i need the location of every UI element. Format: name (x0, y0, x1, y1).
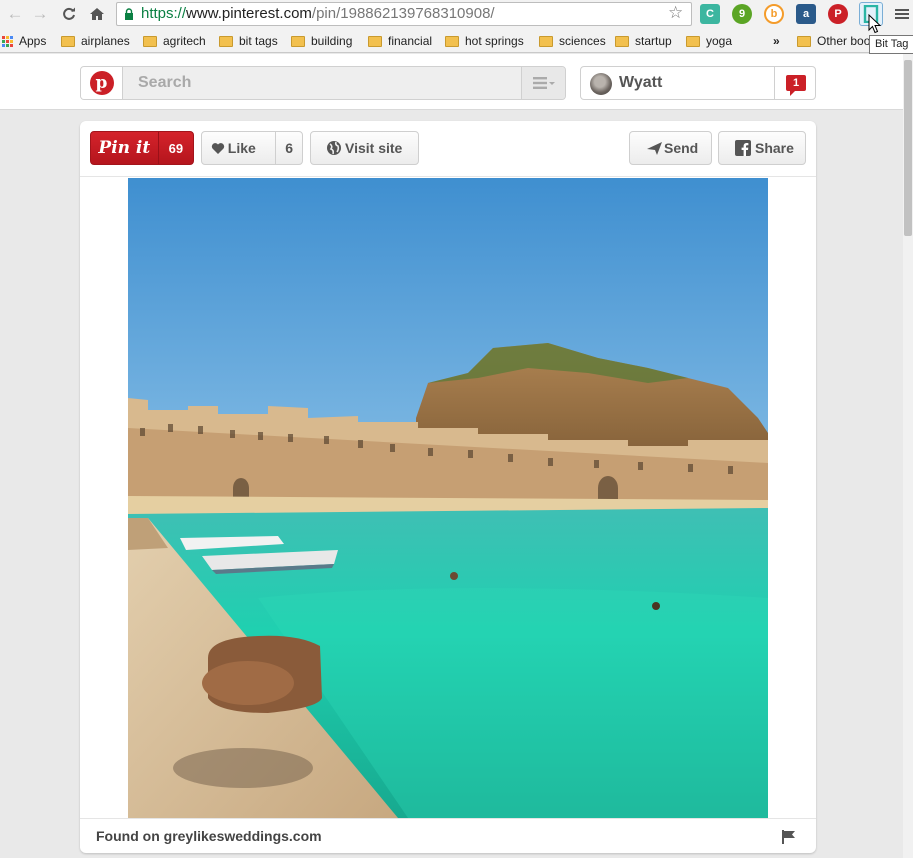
visit-site-label: Visit site (345, 140, 403, 156)
bookmark-star-icon[interactable]: ☆ (668, 3, 683, 23)
folder-icon (686, 35, 700, 47)
bookmark-folder[interactable]: airplanes (61, 33, 130, 49)
user-name[interactable]: Wyatt (619, 67, 662, 99)
page-scrollbar[interactable] (903, 54, 913, 858)
folder-icon (797, 35, 811, 47)
bookmark-folder[interactable]: hot springs (445, 33, 524, 49)
send-label: Send (664, 140, 699, 156)
extension-tooltip: Bit Tag (869, 35, 913, 54)
chrome-menu-button[interactable] (891, 3, 913, 25)
notifications-button[interactable]: 1 (774, 67, 815, 99)
evernote-icon[interactable]: 9 (732, 4, 752, 24)
menu-lines-icon (533, 77, 555, 89)
like-button[interactable]: Like 6 (201, 131, 303, 165)
reload-icon (63, 7, 75, 20)
search-menu-button[interactable] (521, 67, 565, 99)
globe-icon (323, 140, 345, 156)
coastal-town-photo (128, 178, 768, 818)
bookmark-apps[interactable]: Apps (2, 33, 46, 49)
c-extension-icon[interactable]: C (700, 4, 720, 24)
b-extension-icon[interactable]: b (764, 4, 784, 24)
pinterest-logo-icon: p (89, 71, 114, 95)
bookmark-folder[interactable]: agritech (143, 33, 206, 49)
folder-icon (219, 35, 233, 47)
bookmark-folder[interactable]: sciences (539, 33, 606, 49)
reload-button[interactable] (58, 3, 80, 25)
like-count: 6 (275, 132, 302, 164)
pin-it-button[interactable]: Pin it 69 (90, 131, 194, 165)
pinterest-home-link[interactable]: p (81, 67, 123, 99)
pin-footer: Found on greylikesweddings.com (80, 818, 816, 853)
like-label: Like (227, 140, 256, 156)
back-button[interactable]: ← (4, 3, 26, 25)
bookmark-folder[interactable]: yoga (686, 33, 732, 49)
bookmarks-overflow-button[interactable]: » (773, 33, 780, 49)
pinterest-extension-icon[interactable]: P (828, 4, 848, 24)
pin-count: 69 (157, 132, 193, 164)
browser-toolbar: ← → https://www.pinterest.com/pin/198862… (0, 0, 913, 29)
source-link[interactable]: Found on greylikesweddings.com (96, 819, 322, 853)
folder-icon (143, 35, 157, 47)
user-menu: Wyatt 1 (580, 66, 816, 100)
url-host: www.pinterest.com (186, 5, 312, 22)
share-button[interactable]: Share (718, 131, 806, 165)
heart-icon (202, 142, 228, 155)
home-icon (90, 8, 104, 20)
amazon-icon[interactable]: a (796, 4, 816, 24)
share-label: Share (755, 140, 794, 156)
send-arrow-icon (644, 141, 664, 155)
forward-button[interactable]: → (29, 3, 51, 25)
bookmark-folder[interactable]: financial (368, 33, 432, 49)
search-input[interactable] (124, 67, 520, 99)
address-bar[interactable]: https://www.pinterest.com/pin/1988621397… (116, 2, 692, 26)
notification-badge: 1 (786, 75, 806, 96)
folder-icon (291, 35, 305, 47)
home-button[interactable] (86, 3, 108, 25)
apps-grid-icon (2, 35, 13, 47)
visit-site-button[interactable]: Visit site (310, 131, 419, 165)
pin-card: Pin it 69 Like 6 Visit site Send Share F… (80, 121, 816, 853)
send-button[interactable]: Send (629, 131, 712, 165)
avatar[interactable] (590, 73, 612, 95)
url-path: /pin/198862139768310908/ (311, 5, 495, 22)
facebook-icon (731, 140, 755, 156)
bookmark-folder[interactable]: bit tags (219, 33, 278, 49)
lock-icon (125, 8, 133, 20)
folder-icon (615, 35, 629, 47)
folder-icon (445, 35, 459, 47)
url-scheme: https:// (141, 5, 187, 22)
search-bar: p (80, 66, 566, 100)
bookmark-folder[interactable]: building (291, 33, 352, 49)
scrollbar-thumb[interactable] (904, 60, 912, 236)
pin-image[interactable] (128, 178, 768, 818)
other-bookmarks-folder[interactable]: Other boo (797, 33, 870, 49)
mouse-cursor-icon (868, 14, 881, 34)
bookmarks-bar: Apps airplanes agritech bit tags buildin… (0, 29, 913, 53)
hamburger-icon (895, 9, 909, 19)
folder-icon (539, 35, 553, 47)
site-header: p Wyatt 1 (0, 54, 913, 110)
pin-action-bar: Pin it 69 Like 6 Visit site Send Share (80, 121, 816, 177)
pin-it-label: Pin it (98, 138, 151, 158)
report-flag-icon[interactable] (782, 830, 795, 849)
folder-icon (368, 35, 382, 47)
bookmark-folder[interactable]: startup (615, 33, 672, 49)
folder-icon (61, 35, 75, 47)
page-content: p Wyatt 1 Pin it 69 Like (0, 54, 913, 858)
